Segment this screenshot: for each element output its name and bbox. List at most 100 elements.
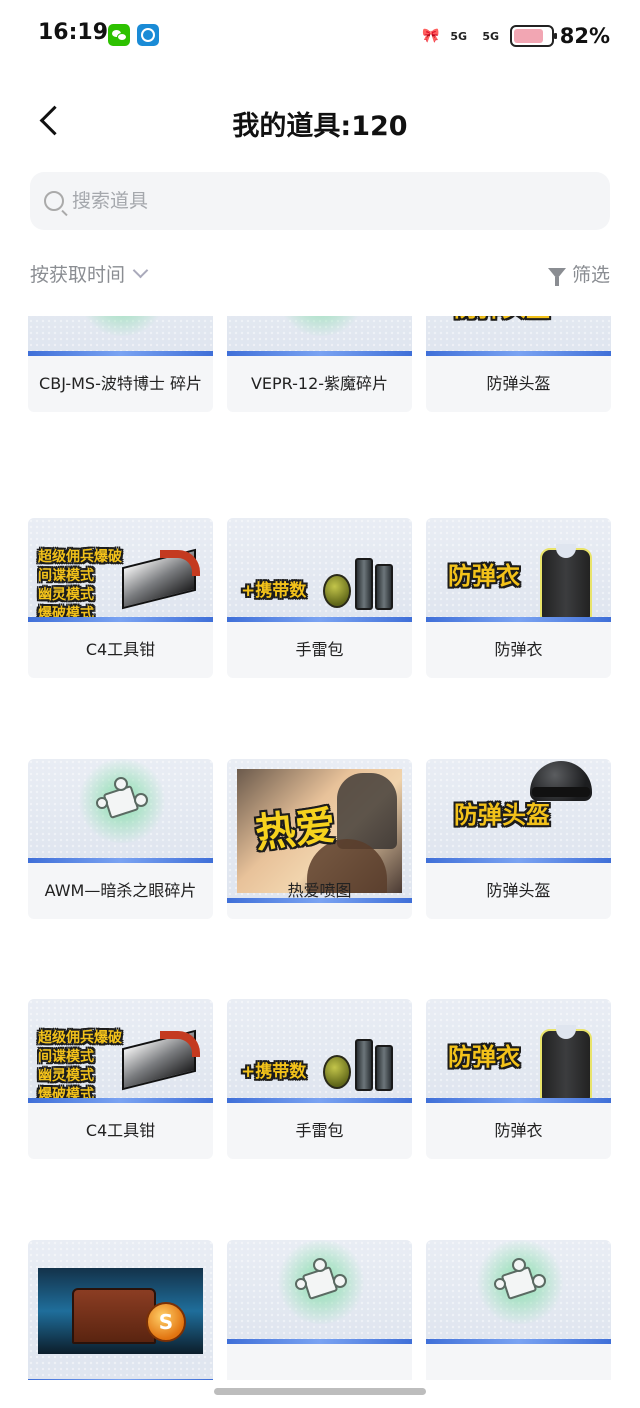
item-card[interactable]: CBJ-MS-波特博士 碎片 xyxy=(28,316,213,412)
search-input[interactable] xyxy=(72,172,592,230)
grenade-can-icon xyxy=(355,558,373,610)
thumbnail-bar xyxy=(28,1379,213,1380)
puzzle-part xyxy=(114,777,128,791)
coin-icon: S xyxy=(146,1302,186,1342)
item-image-text: 超级佣兵爆破 间谍模式 幽灵模式 爆破模式 xyxy=(38,548,122,622)
item-card[interactable]: 热爱热爱喷图 xyxy=(227,759,412,919)
item-card[interactable] xyxy=(227,1240,412,1380)
item-thumbnail: 防弹衣 xyxy=(426,999,611,1103)
item-image-text: +携带数 xyxy=(241,1062,307,1082)
status-time: 16:19 xyxy=(38,20,109,45)
item-label: 防弹衣 xyxy=(494,1121,543,1140)
item-label: C4工具钳 xyxy=(85,640,156,659)
puzzle-piece-icon xyxy=(76,316,168,336)
battery-percent: 82% xyxy=(559,24,610,48)
item-image-text-line: 超级佣兵爆破 xyxy=(38,549,122,565)
item-card[interactable]: AWM—暗杀之眼碎片 xyxy=(28,759,213,919)
puzzle-part xyxy=(76,316,168,336)
treasure-chest-icon xyxy=(72,1288,156,1344)
item-label: CBJ-MS-波特博士 碎片 xyxy=(39,374,202,393)
grenade-icon xyxy=(323,574,351,608)
item-label: 防弹头盔 xyxy=(486,374,551,393)
signal-icon-2: 5G xyxy=(482,29,500,43)
puzzle-piece-icon xyxy=(275,1240,367,1324)
item-card[interactable]: S xyxy=(28,1240,213,1380)
puzzle-part xyxy=(532,1274,546,1288)
item-image-text: 超级佣兵爆破 间谍模式 幽灵模式 爆破模式 xyxy=(38,1029,122,1103)
item-thumbnail xyxy=(28,759,213,863)
signal-icon-1: 5G xyxy=(450,29,468,43)
puzzle-part xyxy=(494,1278,506,1290)
sort-label: 按获取时间 xyxy=(30,264,126,286)
search-box[interactable] xyxy=(30,172,610,230)
grenade-can-icon xyxy=(375,564,393,610)
item-label: C4工具钳 xyxy=(85,1121,156,1140)
grenade-can-icon xyxy=(375,1045,393,1091)
item-image-text: 防弹衣 xyxy=(448,562,520,590)
item-thumbnail xyxy=(426,1240,611,1344)
item-thumbnail: 防弹头盔 xyxy=(426,759,611,863)
filter-icon xyxy=(547,268,566,286)
item-label: AWM—暗杀之眼碎片 xyxy=(44,881,197,900)
sort-dropdown[interactable]: 按获取时间 xyxy=(30,260,149,287)
puzzle-piece-icon xyxy=(76,759,168,843)
item-image-text-line: 幽灵模式 xyxy=(38,1068,94,1084)
item-card[interactable]: +携带数手雷包 xyxy=(227,518,412,678)
item-image-text-line: 间谍模式 xyxy=(38,568,94,584)
item-image-text: 防弹衣 xyxy=(448,1043,520,1071)
item-label: 手雷包 xyxy=(295,1121,344,1140)
item-label: VEPR-12-紫魔碎片 xyxy=(250,374,389,393)
home-indicator[interactable] xyxy=(214,1388,426,1395)
item-image-text: 防弹头盔 xyxy=(454,316,550,323)
item-card[interactable]: 防弹头盔防弹头盔 xyxy=(426,316,611,412)
vest-icon xyxy=(540,1025,592,1101)
item-image-text: 热爱 xyxy=(253,802,338,858)
puzzle-part xyxy=(275,316,367,336)
item-card[interactable]: 超级佣兵爆破 间谍模式 幽灵模式 爆破模式 C4工具钳 xyxy=(28,999,213,1159)
item-image-text-line: 间谍模式 xyxy=(38,1049,94,1065)
puzzle-part xyxy=(134,793,148,807)
treasure-chest-image: S xyxy=(38,1268,203,1354)
item-label: 手雷包 xyxy=(295,640,344,659)
puzzle-part xyxy=(295,1278,307,1290)
item-thumbnail: +携带数 xyxy=(227,518,412,622)
item-label: 防弹头盔 xyxy=(486,881,551,900)
item-thumbnail xyxy=(227,1240,412,1344)
item-thumbnail xyxy=(227,316,412,356)
item-grid: CBJ-MS-波特博士 碎片VEPR-12-紫魔碎片防弹头盔防弹头盔超级佣兵爆破… xyxy=(28,316,612,1380)
puzzle-part xyxy=(313,1258,327,1272)
wechat-notification-icon xyxy=(108,24,130,46)
item-card[interactable]: 防弹头盔防弹头盔 xyxy=(426,759,611,919)
bow-icon: 🎀 xyxy=(422,28,440,44)
item-card[interactable]: +携带数手雷包 xyxy=(227,999,412,1159)
item-thumbnail: S xyxy=(28,1240,213,1380)
puzzle-part xyxy=(333,1274,347,1288)
status-icons: 🎀 5G 5G 82% xyxy=(422,22,610,50)
item-image-text-line: 超级佣兵爆破 xyxy=(38,1030,122,1046)
item-thumbnail xyxy=(28,316,213,356)
item-label: 热爱喷图 xyxy=(287,881,352,900)
item-card[interactable]: VEPR-12-紫魔碎片 xyxy=(227,316,412,412)
item-thumbnail: +携带数 xyxy=(227,999,412,1103)
filter-button[interactable]: 筛选 xyxy=(547,260,610,287)
item-card[interactable]: 防弹衣 防弹衣 xyxy=(426,999,611,1159)
item-card[interactable]: 防弹衣 防弹衣 xyxy=(426,518,611,678)
sort-filter-row: 按获取时间 筛选 xyxy=(30,260,610,290)
vest-icon xyxy=(540,544,592,620)
grenade-can-icon xyxy=(355,1039,373,1091)
filter-label: 筛选 xyxy=(571,264,610,286)
item-card[interactable] xyxy=(426,1240,611,1380)
status-bar: 16:19 🎀 5G 5G 82% xyxy=(0,0,640,72)
item-image-text: +携带数 xyxy=(241,581,307,601)
item-label: 防弹衣 xyxy=(494,640,543,659)
item-thumbnail: 超级佣兵爆破 间谍模式 幽灵模式 爆破模式 xyxy=(28,518,213,622)
item-image-text: 防弹头盔 xyxy=(454,801,550,829)
battery-icon xyxy=(509,25,557,47)
item-thumbnail: 防弹衣 xyxy=(426,518,611,622)
chevron-down-icon xyxy=(132,262,149,279)
search-icon xyxy=(44,191,64,211)
app-notification-icon xyxy=(137,24,159,46)
item-thumbnail: 超级佣兵爆破 间谍模式 幽灵模式 爆破模式 xyxy=(28,999,213,1103)
item-card[interactable]: 超级佣兵爆破 间谍模式 幽灵模式 爆破模式 C4工具钳 xyxy=(28,518,213,678)
item-image-text-line: 幽灵模式 xyxy=(38,587,94,603)
